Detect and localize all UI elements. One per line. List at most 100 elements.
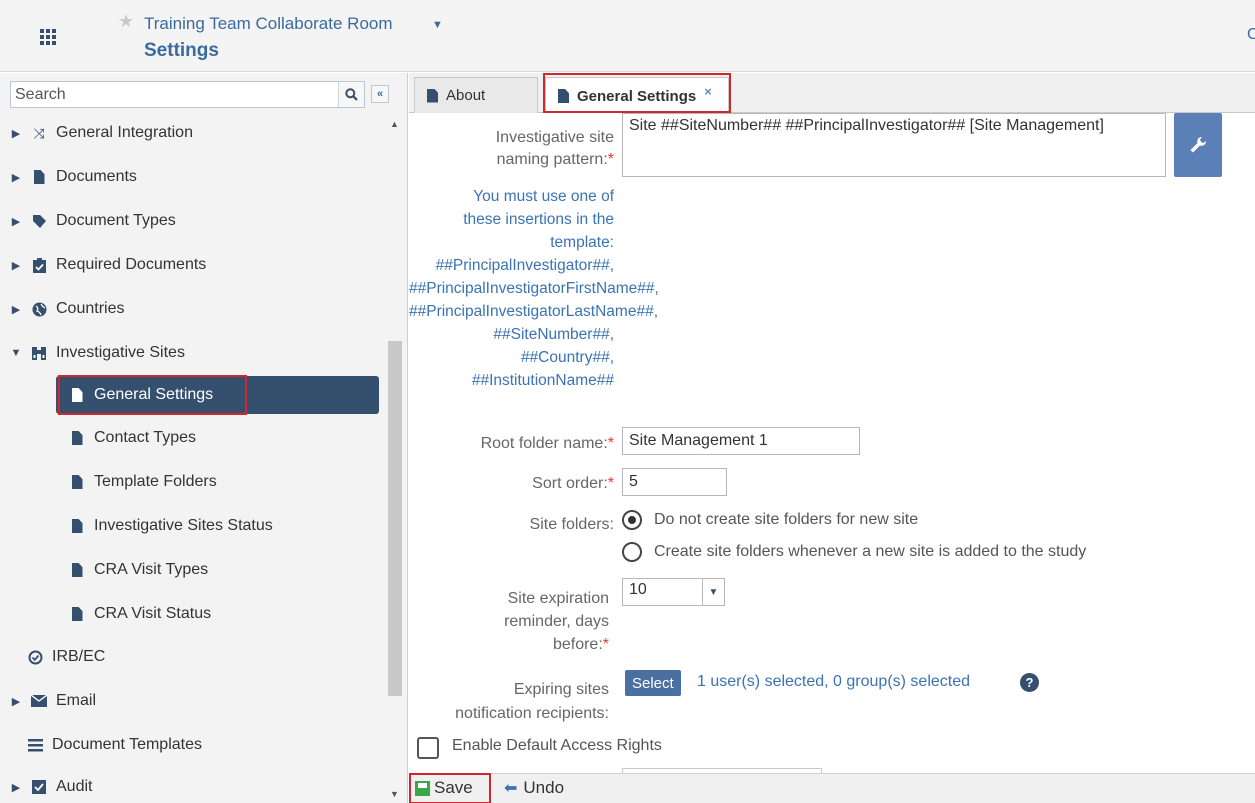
app-header: ★ Training Team Collaborate Room ▼ Setti… (0, 0, 1255, 72)
sidebar-item-label: Document Templates (52, 736, 202, 753)
collapse-arrow-icon[interactable]: ▼ (10, 347, 22, 359)
label-line: Expiring sites (513, 681, 609, 698)
sidebar-item-label: Documents (56, 168, 137, 185)
select-recipients-button[interactable]: Select (625, 670, 681, 696)
sort-order-input[interactable] (622, 468, 727, 496)
search-box (10, 81, 365, 108)
insertion-hint: You must use one of these insertions in … (409, 185, 659, 392)
collapse-sidebar-icon[interactable]: « (371, 85, 389, 103)
label-line: naming pattern: (496, 151, 608, 168)
hint-line: ##PrincipalInvestigatorFirstName##, (409, 280, 659, 297)
sidebar-item-document-templates[interactable]: Document Templates (26, 726, 202, 764)
document-icon (68, 431, 86, 445)
sidebar-scrollbar[interactable]: ▲ ▼ (386, 113, 404, 803)
site-folders-option-create[interactable]: Create site folders whenever a new site … (622, 542, 1086, 562)
highlight-box (543, 73, 731, 113)
sidebar-item-general-integration[interactable]: ▶ ⤨ General Integration (10, 114, 193, 152)
sidebar-item-template-folders[interactable]: Template Folders (68, 463, 217, 501)
sidebar-item-contact-types[interactable]: Contact Types (68, 419, 196, 457)
document-icon (68, 563, 86, 577)
radio-checked-icon[interactable] (622, 510, 642, 530)
sidebar-item-required-documents[interactable]: ▶ Required Documents (10, 246, 207, 284)
scroll-down-arrow-icon[interactable]: ▼ (390, 789, 399, 799)
sidebar-item-label: Email (56, 692, 97, 709)
reminder-label: Site expiration reminder, days before:* (409, 587, 609, 656)
apps-grid-icon[interactable] (40, 29, 56, 45)
hint-line: these insertions in the (463, 211, 614, 228)
tab-label: About (446, 87, 486, 104)
favorite-star-icon[interactable]: ★ (118, 12, 134, 30)
help-icon[interactable]: ? (1020, 673, 1039, 692)
label-line: notification recipients: (455, 705, 609, 722)
sidebar-item-email[interactable]: ▶ Email (10, 682, 96, 720)
document-icon (68, 607, 86, 621)
sidebar-item-label: CRA Visit Status (94, 605, 212, 622)
label-line: reminder, days (504, 613, 609, 630)
tab-bar: About General Settings × (409, 73, 1255, 114)
scroll-up-arrow-icon[interactable]: ▲ (390, 119, 399, 129)
search-button[interactable] (338, 82, 364, 107)
naming-pattern-field[interactable]: Site ##SiteNumber## ##PrincipalInvestiga… (622, 113, 1166, 177)
undo-arrow-icon: ⬅ (504, 780, 518, 797)
sidebar-item-countries[interactable]: ▶ Countries (10, 290, 125, 328)
recipients-label: Expiring sites notification recipients: (409, 678, 609, 726)
hint-line: ##SiteNumber##, (493, 326, 614, 343)
sidebar-item-audit[interactable]: ▶ Audit (10, 768, 93, 803)
sidebar-item-cra-visit-types[interactable]: CRA Visit Types (68, 551, 208, 589)
sidebar: « ▶ ⤨ General Integration ▶ Documents ▶ … (0, 73, 408, 803)
list-icon (26, 738, 44, 752)
recipients-summary-link[interactable]: 1 user(s) selected, 0 group(s) selected (697, 673, 970, 691)
expand-arrow-icon[interactable]: ▶ (10, 127, 22, 140)
sidebar-item-label: Investigative Sites (56, 344, 185, 361)
header-search-icon[interactable]: C (1247, 26, 1255, 44)
sidebar-item-investigative-sites-status[interactable]: Investigative Sites Status (68, 507, 273, 545)
general-settings-form: Investigative site naming pattern:* Site… (409, 113, 1255, 774)
access-rights-checkbox[interactable] (417, 737, 439, 759)
sidebar-item-documents[interactable]: ▶ Documents (10, 158, 137, 196)
undo-button[interactable]: ⬅ Undo (504, 778, 564, 798)
label-line: Investigative site (495, 129, 614, 146)
expand-arrow-icon[interactable]: ▶ (10, 215, 22, 228)
scroll-thumb[interactable] (388, 341, 402, 696)
sidebar-item-label: Investigative Sites Status (94, 517, 273, 534)
expand-arrow-icon[interactable]: ▶ (10, 303, 22, 316)
expand-arrow-icon[interactable]: ▶ (10, 259, 22, 272)
chevron-down-icon[interactable]: ▼ (702, 579, 724, 605)
label-text: Root folder name: (480, 435, 608, 452)
hint-line: ##InstitutionName## (471, 372, 614, 389)
root-folder-input[interactable] (622, 427, 860, 455)
sidebar-item-cra-visit-status[interactable]: CRA Visit Status (68, 595, 211, 633)
sidebar-item-investigative-sites[interactable]: ▼ Investigative Sites (10, 334, 185, 372)
sidebar-item-label: CRA Visit Types (94, 561, 209, 578)
expand-arrow-icon[interactable]: ▶ (10, 781, 22, 794)
label-line: before: (552, 636, 603, 653)
tab-about[interactable]: About (414, 77, 538, 113)
radio-unchecked-icon[interactable] (622, 542, 642, 562)
document-icon (427, 88, 438, 103)
sidebar-item-label: Template Folders (94, 473, 217, 490)
document-icon (30, 170, 48, 184)
sidebar-item-label: Document Types (56, 212, 176, 229)
page-title: Settings (144, 40, 219, 61)
sidebar-item-label: IRB/EC (52, 648, 106, 665)
sidebar-item-label: Audit (56, 778, 93, 795)
required-marker: * (607, 475, 614, 492)
hint-line: ##PrincipalInvestigatorLastName##, (409, 303, 658, 320)
naming-pattern-label: Investigative site naming pattern:* (409, 127, 614, 171)
document-icon (68, 475, 86, 489)
expand-arrow-icon[interactable]: ▶ (10, 171, 22, 184)
hint-line: ##Country##, (520, 349, 614, 366)
reminder-days-select[interactable]: 10 ▼ (622, 578, 725, 606)
sort-order-label: Sort order:* (409, 473, 614, 495)
room-dropdown-caret-icon[interactable]: ▼ (432, 19, 443, 31)
clipboard-check-icon (30, 257, 48, 273)
undo-label: Undo (523, 778, 565, 797)
expand-arrow-icon[interactable]: ▶ (10, 695, 22, 708)
search-input[interactable] (11, 82, 337, 107)
wrench-icon[interactable] (1174, 113, 1222, 177)
sidebar-item-document-types[interactable]: ▶ Document Types (10, 202, 176, 240)
site-folders-option-none[interactable]: Do not create site folders for new site (622, 510, 918, 530)
room-title[interactable]: Training Team Collaborate Room (144, 14, 393, 34)
sidebar-item-irb-ec[interactable]: IRB/EC (26, 638, 105, 676)
settings-tree: ▶ ⤨ General Integration ▶ Documents ▶ Do… (0, 113, 384, 803)
